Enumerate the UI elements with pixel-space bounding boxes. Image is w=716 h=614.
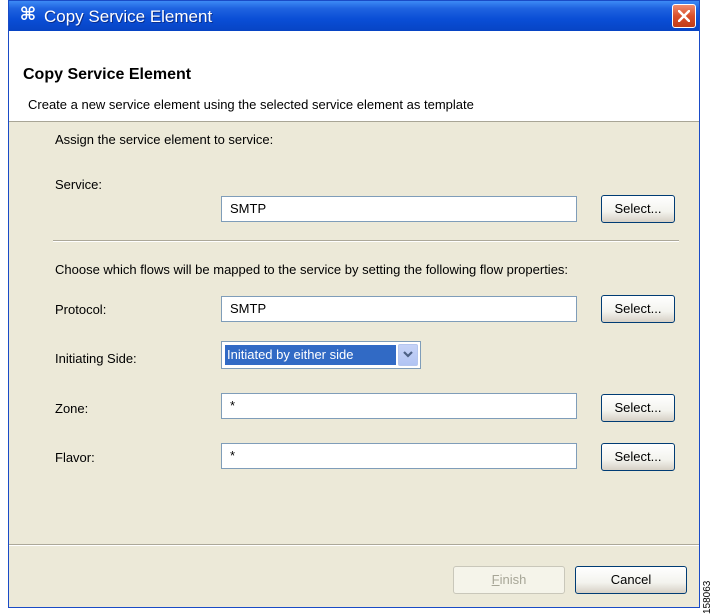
- zone-field[interactable]: *: [221, 393, 577, 419]
- protocol-label: Protocol:: [55, 302, 107, 317]
- app-icon: ⌘: [19, 4, 37, 25]
- flavor-select-button[interactable]: Select...: [601, 443, 675, 471]
- protocol-select-button[interactable]: Select...: [601, 295, 675, 323]
- finish-rest: inish: [499, 572, 527, 587]
- flavor-field[interactable]: *: [221, 443, 577, 469]
- initiating-side-dropdown[interactable]: Initiated by either side: [221, 341, 421, 369]
- assign-heading: Assign the service element to service:: [55, 132, 274, 147]
- flavor-label: Flavor:: [55, 450, 95, 465]
- service-label: Service:: [55, 177, 102, 192]
- finish-button[interactable]: Finish: [453, 566, 565, 594]
- flows-heading: Choose which flows will be mapped to the…: [55, 262, 569, 277]
- title-bar[interactable]: ⌘ Copy Service Element: [9, 1, 699, 31]
- service-select-button[interactable]: Select...: [601, 195, 675, 223]
- zone-label: Zone:: [55, 401, 89, 416]
- finish-mnemonic: F: [491, 572, 500, 587]
- chevron-down-icon: [403, 351, 413, 358]
- initiating-side-value: Initiated by either side: [225, 345, 396, 365]
- section-separator: [53, 240, 679, 242]
- banner-title: Copy Service Element: [23, 66, 192, 83]
- copy-service-element-dialog: ⌘ Copy Service Element Copy Service Elem…: [8, 0, 700, 608]
- footer-separator: [9, 544, 699, 546]
- zone-select-button[interactable]: Select...: [601, 394, 675, 422]
- close-button[interactable]: [672, 4, 696, 28]
- finish-button-label: Finish: [492, 572, 527, 587]
- initiating-side-label: Initiating Side:: [55, 351, 137, 366]
- figure-id-label: 158063: [702, 580, 713, 614]
- cancel-button[interactable]: Cancel: [575, 566, 687, 594]
- protocol-field[interactable]: SMTP: [221, 296, 577, 322]
- window-title: Copy Service Element: [44, 7, 213, 26]
- header-banner: Copy Service Element Create a new servic…: [9, 31, 699, 122]
- dropdown-arrow-button[interactable]: [398, 344, 418, 366]
- close-icon: [678, 10, 690, 22]
- banner-description: Create a new service element using the s…: [28, 97, 474, 112]
- service-field[interactable]: SMTP: [221, 196, 577, 222]
